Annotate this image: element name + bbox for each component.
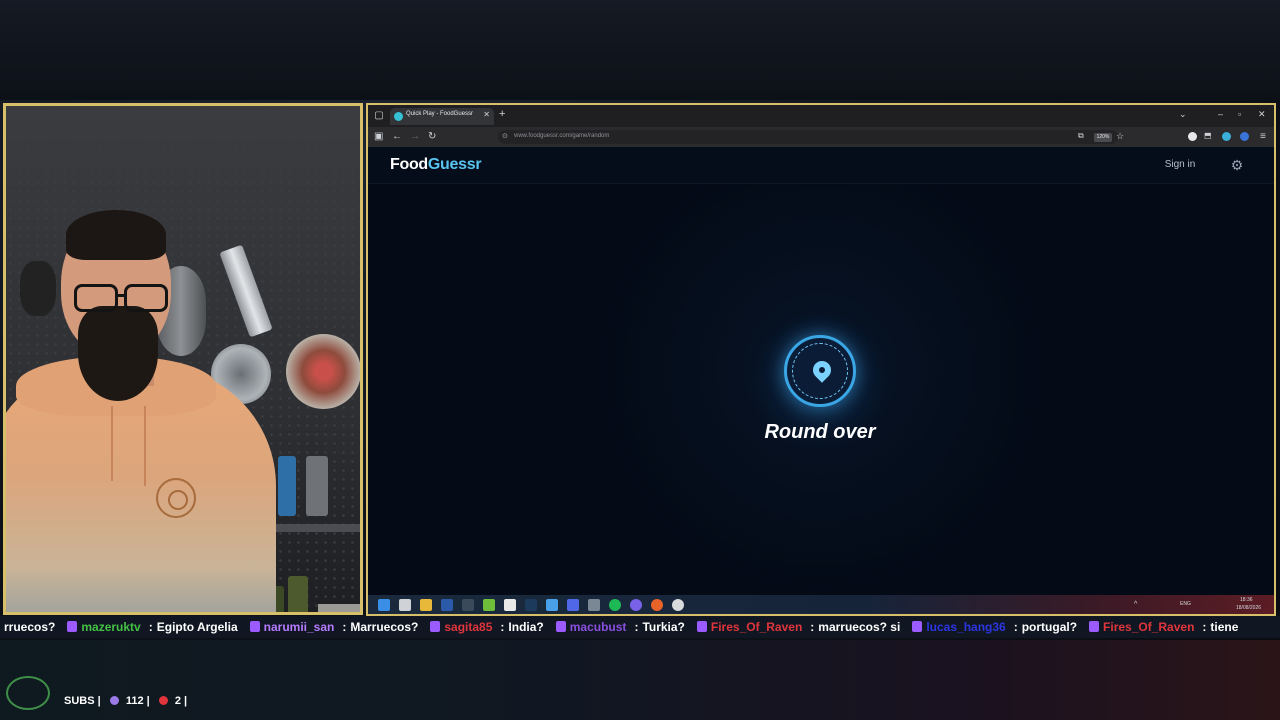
app-icon-1[interactable]: [441, 599, 453, 611]
location-pin-badge: [784, 335, 856, 407]
stream-background-top: [0, 0, 1280, 100]
twitch-icon: [249, 621, 260, 632]
tab-title: Quick Play - FoodGuessr: [406, 111, 474, 117]
tab-close-icon[interactable]: ✕: [483, 110, 490, 119]
language-indicator[interactable]: ENG: [1180, 601, 1191, 607]
site-header: FoodGuessr Sign in ⚙: [368, 147, 1274, 184]
windows-taskbar: ^ ENG 18:36 18/08/2026: [368, 595, 1274, 614]
url-text: www.foodguessr.com/game/random: [514, 133, 610, 139]
chat-separator: :: [1013, 620, 1018, 634]
site-info-icon[interactable]: ⊙: [502, 132, 508, 140]
chat-separator: :: [500, 620, 505, 634]
chat-separator: :: [1202, 620, 1207, 634]
firefox-icon[interactable]: [651, 599, 663, 611]
twitch-icon: [430, 621, 441, 632]
url-field[interactable]: ⊙ www.foodguessr.com/game/random: [498, 130, 1118, 144]
forward-button[interactable]: →: [410, 131, 420, 142]
chat-message-text: portugal?: [1021, 620, 1078, 634]
app-icon-3[interactable]: [483, 599, 495, 611]
chat-message-text: Turkia?: [642, 620, 685, 634]
sidebar-toggle-icon[interactable]: ▣: [374, 131, 383, 142]
foodguessr-favicon-icon: [394, 112, 403, 121]
bookmark-star-icon[interactable]: ☆: [1116, 131, 1124, 142]
purple-dot-icon: [109, 696, 119, 705]
twitch-icon: [1089, 621, 1100, 632]
stream-stats: SUBS | 112 | 2 |: [64, 695, 187, 707]
tab-bar: ▢ Quick Play - FoodGuessr ✕ + ⌄ – ▫ ✕: [368, 105, 1274, 127]
app-icon-4[interactable]: [546, 599, 558, 611]
chat-username: Fires_Of_Raven: [1103, 620, 1195, 634]
tab-search-icon[interactable]: ⌄: [1179, 109, 1187, 120]
extension-icon[interactable]: [1188, 132, 1197, 141]
minimize-button[interactable]: –: [1218, 109, 1223, 119]
chat-message-text: tiene: [1210, 620, 1239, 634]
app-icon-6[interactable]: [588, 599, 600, 611]
chat-username: Fires_Of_Raven: [710, 620, 803, 634]
chat-messages: rruecos? mazeruktv: Egipto Argelia narumii_…: [4, 620, 1242, 634]
chat-username: narumii_san: [263, 620, 335, 634]
chat-message-text: Egipto Argelia: [156, 620, 238, 634]
tab-quick-play[interactable]: Quick Play - FoodGuessr ✕: [390, 108, 494, 125]
back-button[interactable]: ←: [392, 131, 402, 142]
browser-window: ▢ Quick Play - FoodGuessr ✕ + ⌄ – ▫ ✕ ▣ …: [366, 103, 1276, 616]
purple-count: 112 |: [125, 695, 150, 707]
menu-icon[interactable]: ≡: [1260, 131, 1266, 142]
tab-actions-icon[interactable]: ▢: [372, 109, 386, 123]
foodguessr-logo[interactable]: FoodGuessr: [390, 156, 482, 174]
sign-in-button[interactable]: Sign in: [1156, 155, 1204, 175]
maximize-button[interactable]: ▫: [1238, 109, 1241, 119]
twitch-icon: [67, 621, 78, 632]
close-window-button[interactable]: ✕: [1258, 109, 1266, 120]
game-stage: Round over: [368, 185, 1274, 595]
stream-background-bottom: [0, 640, 1280, 720]
chat-username: sagita85: [444, 620, 493, 634]
file-explorer-icon[interactable]: [420, 599, 432, 611]
chat-message-text: Marruecos?: [350, 620, 419, 634]
chat-username: lucas_hang36: [926, 620, 1006, 634]
chat-username: mazeruktv: [81, 620, 141, 634]
tray-chevron-icon[interactable]: ^: [1134, 601, 1137, 608]
app-icon-5[interactable]: [567, 599, 579, 611]
twitch-icon: [912, 621, 923, 632]
round-over-text: Round over: [764, 421, 876, 443]
notion-icon[interactable]: [504, 599, 516, 611]
chat-username: macubust: [569, 620, 627, 634]
red-dot-icon: [158, 696, 168, 705]
extensions-puzzle-icon[interactable]: ⬒: [1204, 131, 1212, 140]
start-button-icon[interactable]: [378, 599, 390, 611]
discord-icon[interactable]: [630, 599, 642, 611]
chat-message-text: rruecos?: [4, 620, 56, 634]
address-bar: ▣ ← → ↻ ⊙ www.foodguessr.com/game/random…: [368, 127, 1274, 147]
steam-icon[interactable]: [525, 599, 537, 611]
twitch-icon: [696, 621, 707, 632]
profile-icon[interactable]: [1222, 132, 1231, 141]
chat-separator: :: [148, 620, 153, 634]
chat-message-text: India?: [508, 620, 544, 634]
app-icon-7[interactable]: [672, 599, 684, 611]
subs-label: SUBS |: [64, 695, 101, 707]
reload-button[interactable]: ↻: [428, 131, 436, 142]
webcam-feed: [3, 103, 363, 615]
settings-gear-icon[interactable]: ⚙: [1228, 156, 1246, 174]
translate-icon[interactable]: [1240, 132, 1249, 141]
channel-logo: [6, 676, 50, 710]
zoom-indicator[interactable]: 120%: [1094, 133, 1112, 142]
spotify-icon[interactable]: [609, 599, 621, 611]
twitch-icon: [555, 621, 566, 632]
task-view-icon[interactable]: [399, 599, 411, 611]
clock-time[interactable]: 18:36: [1240, 597, 1253, 603]
chat-separator: :: [634, 620, 639, 634]
app-icon-2[interactable]: [462, 599, 474, 611]
red-count: 2 |: [174, 695, 188, 707]
install-app-icon[interactable]: ⧉: [1078, 131, 1084, 141]
chat-message-text: marruecos? si: [818, 620, 901, 634]
chat-separator: :: [810, 620, 815, 634]
clock-date[interactable]: 18/08/2026: [1236, 605, 1261, 611]
new-tab-button[interactable]: +: [499, 108, 505, 120]
chat-ticker: rruecos? mazeruktv: Egipto Argelia narumii_…: [0, 616, 1280, 638]
chat-separator: :: [342, 620, 347, 634]
